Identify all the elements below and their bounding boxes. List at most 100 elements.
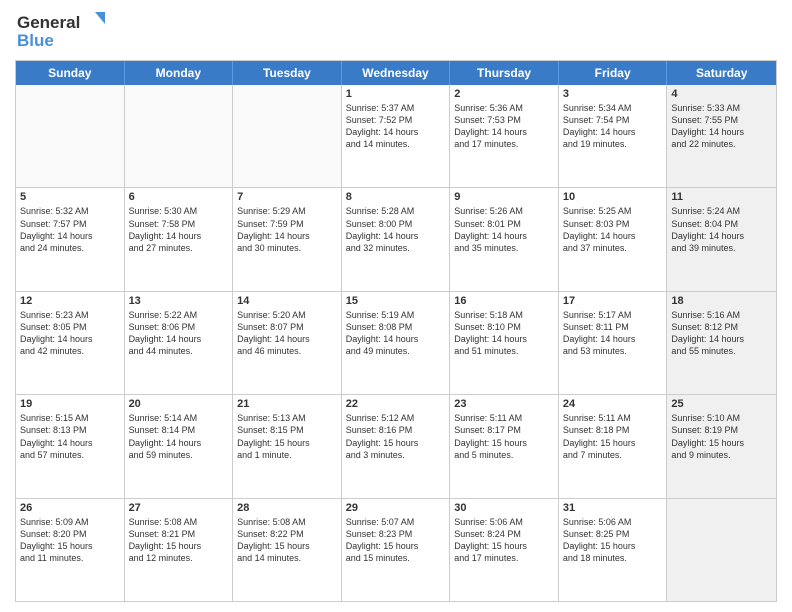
- cell-info: Sunrise: 5:15 AM Sunset: 8:13 PM Dayligh…: [20, 412, 120, 461]
- cell-info: Sunrise: 5:13 AM Sunset: 8:15 PM Dayligh…: [237, 412, 337, 461]
- calendar-cell: 18 Sunrise: 5:16 AM Sunset: 8:12 PM Dayli…: [667, 292, 776, 394]
- day-number: 25: [671, 398, 772, 410]
- calendar-cell: 22Sunrise: 5:12 AM Sunset: 8:16 PM Dayli…: [342, 395, 451, 497]
- calendar-cell: 12 Sunrise: 5:23 AM Sunset: 8:05 PM Dayli…: [16, 292, 125, 394]
- day-number: 15: [346, 295, 446, 307]
- day-number: 16: [454, 295, 554, 307]
- day-header-friday: Friday: [559, 61, 668, 85]
- calendar-cell: [667, 499, 776, 601]
- calendar-week-5: 26 Sunrise: 5:09 AM Sunset: 8:20 PM Dayli…: [16, 498, 776, 601]
- day-number: 11: [671, 191, 772, 203]
- cell-info: Sunrise: 5:22 AM Sunset: 8:06 PM Dayligh…: [129, 309, 229, 358]
- day-header-tuesday: Tuesday: [233, 61, 342, 85]
- calendar-cell: 21 Sunrise: 5:13 AM Sunset: 8:15 PM Dayli…: [233, 395, 342, 497]
- day-number: 12: [20, 295, 120, 307]
- cell-info: Sunrise: 5:34 AM Sunset: 7:54 PM Dayligh…: [563, 102, 663, 151]
- cell-info: Sunrise: 5:36 AM Sunset: 7:53 PM Dayligh…: [454, 102, 554, 151]
- calendar-cell: 15 Sunrise: 5:19 AM Sunset: 8:08 PM Dayli…: [342, 292, 451, 394]
- calendar-cell: 20 Sunrise: 5:14 AM Sunset: 8:14 PM Dayli…: [125, 395, 234, 497]
- calendar-cell: 2Sunrise: 5:36 AM Sunset: 7:53 PM Daylig…: [450, 85, 559, 187]
- cell-info: Sunrise: 5:11 AM Sunset: 8:17 PM Dayligh…: [454, 412, 554, 461]
- day-number: 7: [237, 191, 337, 203]
- day-number: 23: [454, 398, 554, 410]
- cell-info: Sunrise: 5:09 AM Sunset: 8:20 PM Dayligh…: [20, 516, 120, 565]
- calendar-cell: 4 Sunrise: 5:33 AM Sunset: 7:55 PM Daylig…: [667, 85, 776, 187]
- page: General Blue SundayMondayTuesdayWednesda…: [0, 0, 792, 612]
- calendar-cell: 17 Sunrise: 5:17 AM Sunset: 8:11 PM Dayli…: [559, 292, 668, 394]
- calendar-cell: 3 Sunrise: 5:34 AM Sunset: 7:54 PM Daylig…: [559, 85, 668, 187]
- day-number: 30: [454, 502, 554, 514]
- calendar-cell: 13 Sunrise: 5:22 AM Sunset: 8:06 PM Dayli…: [125, 292, 234, 394]
- day-header-monday: Monday: [125, 61, 234, 85]
- day-number: 13: [129, 295, 229, 307]
- calendar-cell: 10Sunrise: 5:25 AM Sunset: 8:03 PM Dayli…: [559, 188, 668, 290]
- cell-info: Sunrise: 5:28 AM Sunset: 8:00 PM Dayligh…: [346, 205, 446, 254]
- day-number: 19: [20, 398, 120, 410]
- calendar-cell: [125, 85, 234, 187]
- day-number: 17: [563, 295, 663, 307]
- cell-info: Sunrise: 5:29 AM Sunset: 7:59 PM Dayligh…: [237, 205, 337, 254]
- calendar-cell: 14 Sunrise: 5:20 AM Sunset: 8:07 PM Dayli…: [233, 292, 342, 394]
- cell-info: Sunrise: 5:24 AM Sunset: 8:04 PM Dayligh…: [671, 205, 772, 254]
- day-number: 21: [237, 398, 337, 410]
- calendar-cell: 25Sunrise: 5:10 AM Sunset: 8:19 PM Dayli…: [667, 395, 776, 497]
- cell-info: Sunrise: 5:26 AM Sunset: 8:01 PM Dayligh…: [454, 205, 554, 254]
- day-number: 9: [454, 191, 554, 203]
- cell-info: Sunrise: 5:19 AM Sunset: 8:08 PM Dayligh…: [346, 309, 446, 358]
- calendar-cell: 28 Sunrise: 5:08 AM Sunset: 8:22 PM Dayli…: [233, 499, 342, 601]
- day-number: 31: [563, 502, 663, 514]
- cell-info: Sunrise: 5:06 AM Sunset: 8:24 PM Dayligh…: [454, 516, 554, 565]
- day-number: 1: [346, 88, 446, 100]
- cell-info: Sunrise: 5:14 AM Sunset: 8:14 PM Dayligh…: [129, 412, 229, 461]
- day-number: 18: [671, 295, 772, 307]
- calendar-cell: 1 Sunrise: 5:37 AM Sunset: 7:52 PM Daylig…: [342, 85, 451, 187]
- day-number: 6: [129, 191, 229, 203]
- day-number: 4: [671, 88, 772, 100]
- svg-text:General: General: [17, 13, 80, 32]
- cell-info: Sunrise: 5:18 AM Sunset: 8:10 PM Dayligh…: [454, 309, 554, 358]
- day-number: 28: [237, 502, 337, 514]
- calendar-cell: 8Sunrise: 5:28 AM Sunset: 8:00 PM Daylig…: [342, 188, 451, 290]
- day-header-saturday: Saturday: [667, 61, 776, 85]
- cell-info: Sunrise: 5:08 AM Sunset: 8:21 PM Dayligh…: [129, 516, 229, 565]
- cell-info: Sunrise: 5:08 AM Sunset: 8:22 PM Dayligh…: [237, 516, 337, 565]
- cell-info: Sunrise: 5:06 AM Sunset: 8:25 PM Dayligh…: [563, 516, 663, 565]
- cell-info: Sunrise: 5:17 AM Sunset: 8:11 PM Dayligh…: [563, 309, 663, 358]
- cell-info: Sunrise: 5:16 AM Sunset: 8:12 PM Dayligh…: [671, 309, 772, 358]
- calendar-cell: [233, 85, 342, 187]
- day-number: 22: [346, 398, 446, 410]
- calendar-header: SundayMondayTuesdayWednesdayThursdayFrid…: [16, 61, 776, 85]
- cell-info: Sunrise: 5:20 AM Sunset: 8:07 PM Dayligh…: [237, 309, 337, 358]
- cell-info: Sunrise: 5:11 AM Sunset: 8:18 PM Dayligh…: [563, 412, 663, 461]
- day-header-sunday: Sunday: [16, 61, 125, 85]
- calendar-cell: 9 Sunrise: 5:26 AM Sunset: 8:01 PM Daylig…: [450, 188, 559, 290]
- calendar-cell: 5Sunrise: 5:32 AM Sunset: 7:57 PM Daylig…: [16, 188, 125, 290]
- day-number: 3: [563, 88, 663, 100]
- calendar-cell: 7 Sunrise: 5:29 AM Sunset: 7:59 PM Daylig…: [233, 188, 342, 290]
- cell-info: Sunrise: 5:37 AM Sunset: 7:52 PM Dayligh…: [346, 102, 446, 151]
- cell-info: Sunrise: 5:25 AM Sunset: 8:03 PM Dayligh…: [563, 205, 663, 254]
- cell-info: Sunrise: 5:23 AM Sunset: 8:05 PM Dayligh…: [20, 309, 120, 358]
- cell-info: Sunrise: 5:32 AM Sunset: 7:57 PM Dayligh…: [20, 205, 120, 254]
- cell-info: Sunrise: 5:33 AM Sunset: 7:55 PM Dayligh…: [671, 102, 772, 151]
- day-number: 14: [237, 295, 337, 307]
- day-number: 27: [129, 502, 229, 514]
- calendar-cell: 27 Sunrise: 5:08 AM Sunset: 8:21 PM Dayli…: [125, 499, 234, 601]
- calendar-cell: 11 Sunrise: 5:24 AM Sunset: 8:04 PM Dayli…: [667, 188, 776, 290]
- calendar-week-1: 1 Sunrise: 5:37 AM Sunset: 7:52 PM Daylig…: [16, 85, 776, 187]
- day-header-wednesday: Wednesday: [342, 61, 451, 85]
- calendar: SundayMondayTuesdayWednesdayThursdayFrid…: [15, 60, 777, 602]
- day-number: 20: [129, 398, 229, 410]
- svg-text:Blue: Blue: [17, 31, 54, 50]
- day-header-thursday: Thursday: [450, 61, 559, 85]
- calendar-body: 1 Sunrise: 5:37 AM Sunset: 7:52 PM Daylig…: [16, 85, 776, 601]
- day-number: 24: [563, 398, 663, 410]
- day-number: 26: [20, 502, 120, 514]
- calendar-week-3: 12 Sunrise: 5:23 AM Sunset: 8:05 PM Dayli…: [16, 291, 776, 394]
- cell-info: Sunrise: 5:30 AM Sunset: 7:58 PM Dayligh…: [129, 205, 229, 254]
- calendar-week-2: 5Sunrise: 5:32 AM Sunset: 7:57 PM Daylig…: [16, 187, 776, 290]
- calendar-cell: 19 Sunrise: 5:15 AM Sunset: 8:13 PM Dayli…: [16, 395, 125, 497]
- calendar-cell: [16, 85, 125, 187]
- logo-container: General Blue: [15, 10, 105, 52]
- day-number: 29: [346, 502, 446, 514]
